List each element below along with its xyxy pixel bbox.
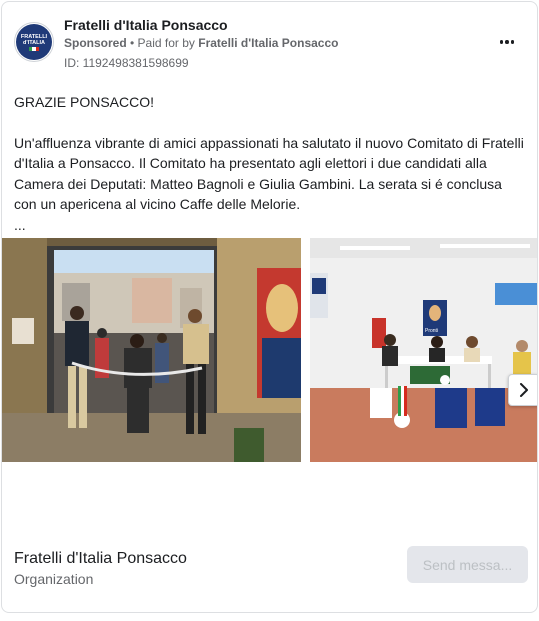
logo-text-line2: d'ITALIA (23, 39, 45, 46)
chevron-right-icon (520, 383, 528, 397)
party-logo: FRATELLI d'ITALIA (16, 24, 52, 60)
page-avatar[interactable]: FRATELLI d'ITALIA (14, 22, 54, 62)
slide-ribbon-cutting[interactable] (2, 238, 301, 462)
image-carousel: Pronti (2, 238, 537, 462)
body-see-more[interactable]: ... (14, 215, 528, 236)
ad-card: FRATELLI d'ITALIA Fratelli d'Italia Pons… (1, 1, 538, 613)
committee-room-photo: Pronti (310, 238, 537, 462)
ad-id: ID: 1192498381598699 (64, 56, 189, 70)
slide-committee-room[interactable]: Pronti (310, 238, 537, 462)
flame-icon (29, 46, 39, 51)
more-dots-icon[interactable] (495, 32, 519, 52)
body-paragraph: Un'affluenza vibrante di amici appassion… (14, 134, 524, 213)
ad-header: FRATELLI d'ITALIA Fratelli d'Italia Pons… (2, 2, 537, 82)
sponsored-label: Sponsored (64, 36, 127, 50)
footer-page-name[interactable]: Fratelli d'Italia Ponsacco (14, 550, 187, 568)
send-message-button[interactable]: Send messa... (407, 546, 528, 583)
page-name[interactable]: Fratelli d'Italia Ponsacco (64, 17, 228, 33)
paid-for-by-name[interactable]: Fratelli d'Italia Ponsacco (198, 36, 338, 50)
body-headline: GRAZIE PONSACCO! (14, 94, 155, 110)
ribbon-cutting-photo (2, 238, 301, 462)
sponsored-line: Sponsored • Paid for by Fratelli d'Itali… (64, 36, 338, 50)
paid-for-prefix: • Paid for by (126, 36, 199, 50)
poster-caption: Pronti (425, 328, 438, 334)
ad-body-text: GRAZIE PONSACCO! Un'affluenza vibrante d… (14, 92, 528, 235)
carousel-next-button[interactable] (508, 374, 537, 406)
footer-category: Organization (14, 571, 94, 587)
